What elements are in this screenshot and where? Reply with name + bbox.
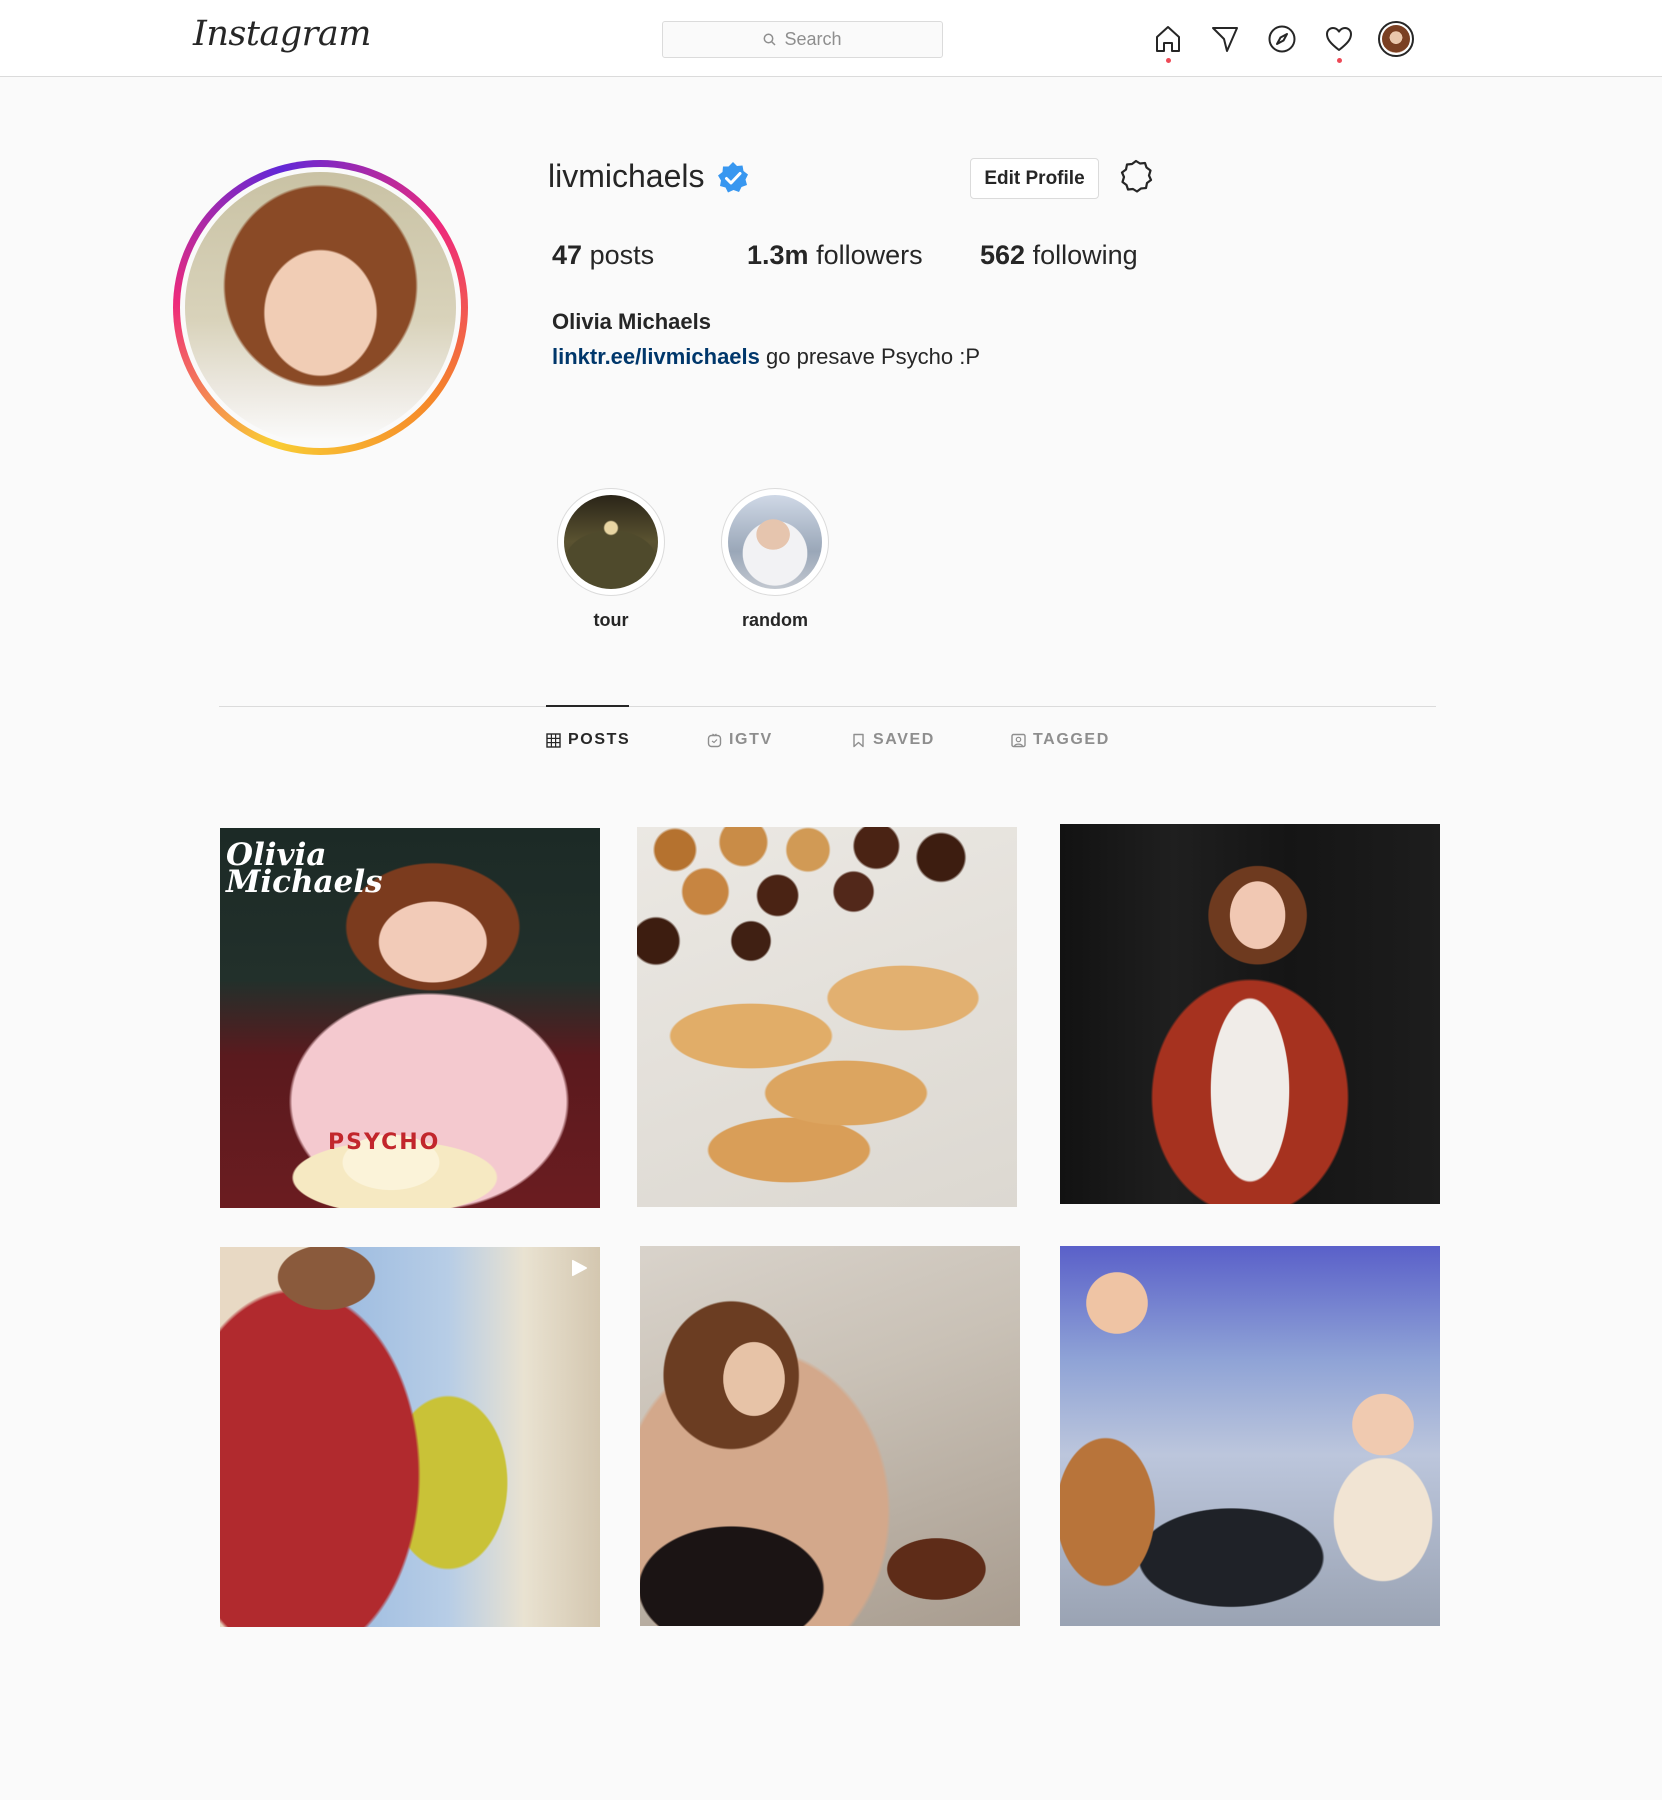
activity-notification-dot — [1336, 58, 1342, 63]
instagram-logo[interactable]: Instagram — [193, 14, 371, 54]
edit-profile-button[interactable]: Edit Profile — [970, 158, 1099, 199]
highlight-label: random — [741, 610, 808, 630]
tab-tagged[interactable]: TAGGED — [1011, 731, 1110, 749]
grid-icon — [546, 732, 561, 748]
post-overlay-title: Olivia Michaels — [226, 837, 383, 900]
highlight-random[interactable]: random — [720, 488, 830, 631]
post-thumbnail[interactable] — [1060, 824, 1440, 1204]
bio-link[interactable]: linktr.ee/livmichaels — [552, 344, 760, 369]
post-thumbnail[interactable] — [640, 1246, 1020, 1626]
following-count-stat[interactable]: 562 following — [980, 240, 1138, 271]
post-thumbnail[interactable] — [220, 1247, 600, 1627]
bookmark-icon — [853, 733, 864, 747]
active-tab-indicator — [546, 705, 629, 707]
settings-gear-icon[interactable] — [1118, 158, 1154, 194]
profile-picture-story-ring[interactable] — [173, 160, 468, 455]
direct-button[interactable] — [1208, 22, 1242, 56]
direct-icon — [1212, 27, 1238, 52]
avatar — [1382, 25, 1410, 53]
explore-icon — [1268, 25, 1296, 53]
highlight-label: tour — [593, 610, 629, 630]
home-notification-dot — [1165, 58, 1171, 63]
highlight-tour[interactable]: tour — [556, 488, 666, 631]
igtv-icon — [707, 733, 722, 747]
home-button[interactable] — [1151, 22, 1185, 63]
tab-igtv[interactable]: IGTV — [707, 731, 773, 749]
post-thumbnail[interactable] — [637, 827, 1017, 1207]
profile-full-name: Olivia Michaels — [552, 309, 711, 334]
video-play-icon — [572, 1259, 587, 1277]
post-thumbnail[interactable] — [1060, 1246, 1440, 1626]
heart-icon — [1326, 27, 1352, 51]
tabs-divider — [219, 706, 1436, 707]
profile-picture — [185, 172, 456, 443]
tab-saved[interactable]: SAVED — [851, 731, 935, 749]
search-icon — [764, 33, 776, 46]
top-nav-bar: Instagram Search — [0, 0, 1662, 77]
highlight-cover-image — [564, 495, 658, 589]
profile-bio: linktr.ee/livmichaels go presave Psycho … — [552, 344, 980, 370]
profile-username: livmichaels — [548, 158, 705, 194]
search-input[interactable]: Search — [662, 21, 943, 58]
followers-count-stat[interactable]: 1.3m followers — [747, 240, 923, 271]
bio-text: go presave Psycho :P — [759, 344, 981, 369]
tagged-person-icon — [1011, 733, 1026, 747]
post-thumbnail[interactable]: Olivia Michaels PSYCHO — [220, 828, 600, 1208]
posts-count-stat: 47 posts — [552, 240, 655, 270]
tab-posts[interactable]: POSTS — [546, 731, 630, 749]
search-placeholder: Search — [784, 29, 842, 49]
cake-lettering: PSYCHO — [328, 1130, 441, 1155]
profile-avatar-button[interactable] — [1378, 21, 1414, 57]
verified-badge-icon — [718, 162, 748, 193]
home-icon — [1156, 26, 1180, 52]
highlight-cover-image — [728, 495, 822, 589]
activity-button[interactable] — [1322, 22, 1356, 63]
explore-button[interactable] — [1265, 22, 1299, 56]
